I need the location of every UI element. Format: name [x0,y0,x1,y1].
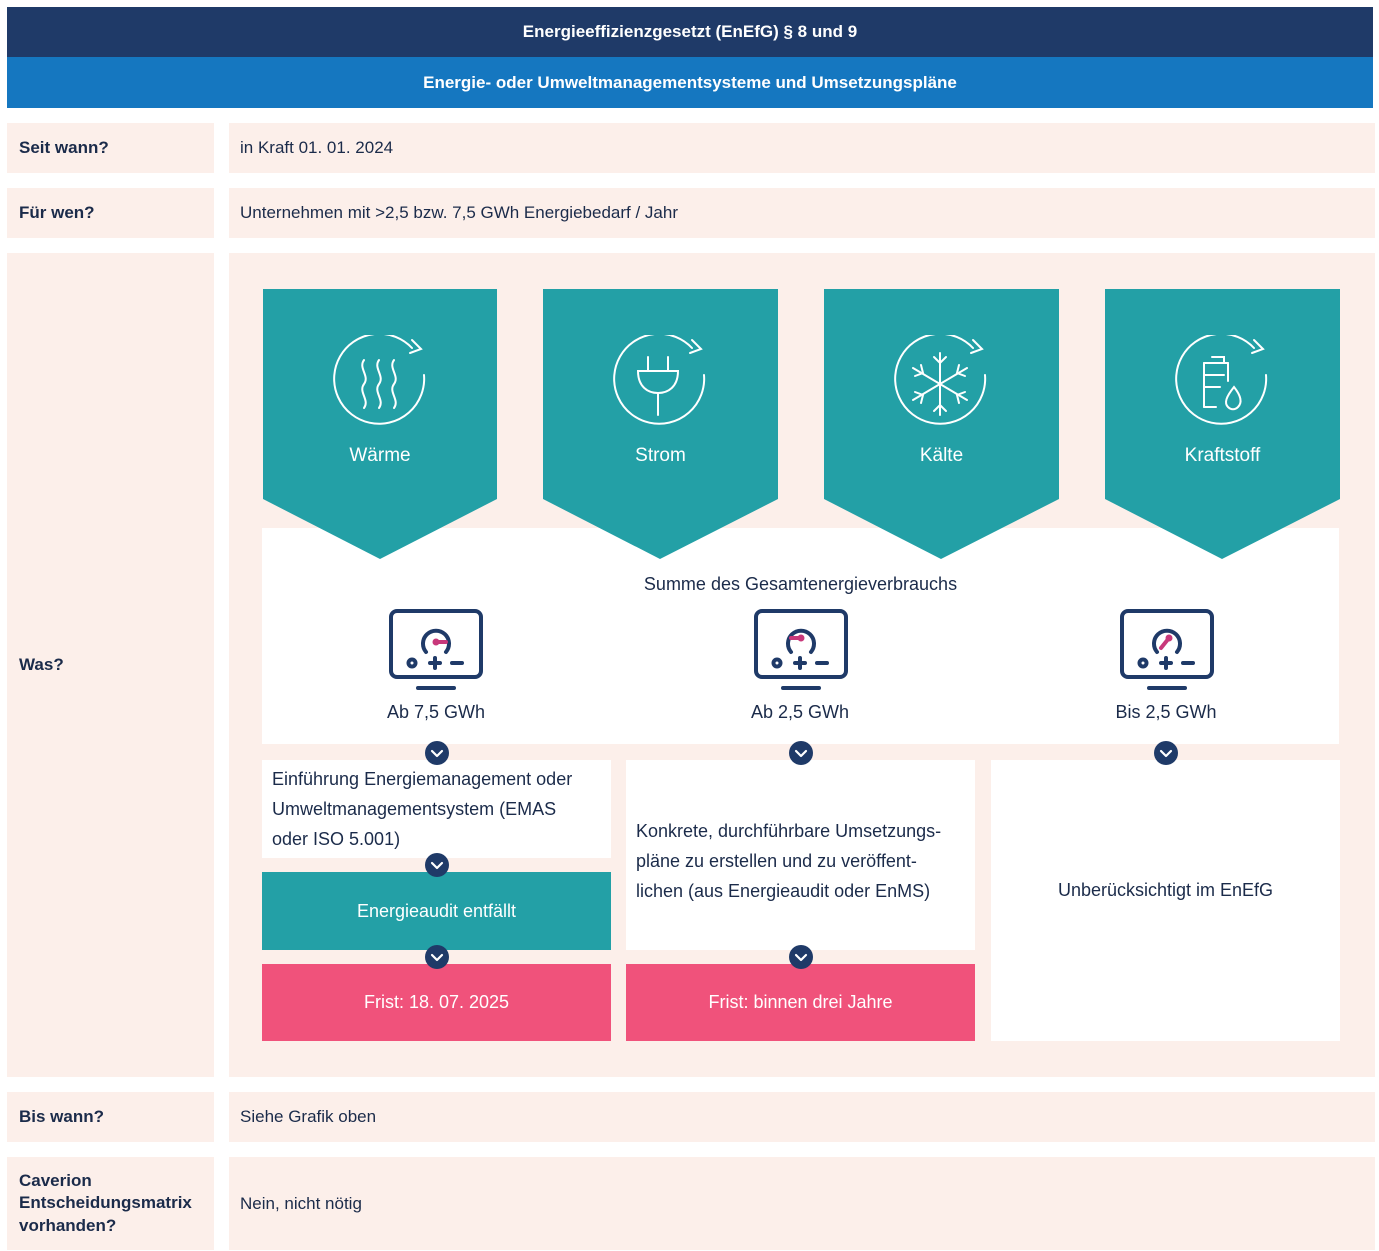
page-title: Energieeffizienzgesetzt (EnEfG) § 8 und … [7,7,1373,57]
energy-label-kraftstoff: Kraftstoff [1184,445,1261,466]
row-label-matrix: Caverion Entscheidungsmatrix vorhanden? [7,1157,214,1250]
snowflake-icon [894,335,987,425]
row-label-was: Was? [7,253,214,1077]
level-label-mid: Ab 2,5 GWh [750,702,850,722]
fuel-icon [1175,335,1268,425]
energy-label-kaelte: Kälte [919,445,964,466]
energy-label-strom: Strom [635,445,686,466]
summary-title: Summe des Gesamtenergieverbrauchs [643,574,958,594]
page-subtitle: Energie- oder Umweltmanagementsysteme un… [7,57,1373,108]
energy-card-kraftstoff: Kraftstoff [1105,445,1340,467]
row-label-matrix-line2: Entscheidungsmatrix [19,1193,192,1213]
chevron-down-icon [789,945,813,969]
chevron-down-icon [425,741,449,765]
row-value-bis-wann: Siehe Grafik oben [229,1092,1375,1142]
energy-card-kaelte: Kälte [824,445,1059,467]
deadline-box-col1: Frist: 18. 07. 2025 [262,964,611,1041]
gauge-high-icon [389,609,483,690]
chevron-down-icon [789,741,813,765]
audit-waived-box: Energieaudit entfällt [262,872,611,950]
row-label-bis-wann: Bis wann? [7,1092,214,1142]
energy-card-waerme: Wärme [262,445,498,467]
row-label-fuer-wen: Für wen? [7,188,214,238]
level-label-high: Ab 7,5 GWh [386,702,486,722]
outcome-plans-line3: lichen (aus Energieaudit oder EnMS) [636,881,931,902]
outcome-ems-line2: Umweltmanagementsystem (EMAS [272,799,557,820]
row-label-matrix-line3: vorhanden? [19,1215,117,1235]
gauge-low-icon [1120,609,1214,690]
outcome-plans-line2: pläne zu erstellen und zu veröffent- [636,851,917,872]
deadline-box-col2: Frist: binnen drei Jahre [626,964,975,1041]
outcome-ems-line1: Einführung Energiemanagement oder [272,769,573,789]
chevron-down-icon [425,853,449,877]
energy-type-cards [263,289,1340,559]
plug-icon [613,335,706,425]
outcome-ems-line3: oder ISO 5.001) [272,829,401,850]
energy-card-strom: Strom [543,445,778,467]
level-label-low: Bis 2,5 GWh [1115,702,1217,722]
row-label-seit-wann: Seit wann? [7,123,214,173]
row-value-fuer-wen: Unternehmen mit >2,5 bzw. 7,5 GWh Energi… [229,188,1375,238]
outcome-ems-box: Einführung Energiemanagement oder Umwelt… [262,760,611,858]
outcome-plans-box: Konkrete, durchführbare Umsetzungs- plän… [626,760,975,950]
outcome-plans-line1: Konkrete, durchführbare Umsetzungs- [636,821,942,841]
row-value-matrix: Nein, nicht nötig [229,1157,1375,1250]
heat-icon [333,335,426,425]
energy-label-waerme: Wärme [349,445,411,466]
chevron-down-icon [1154,741,1178,765]
row-label-matrix-line1: Caverion [19,1171,92,1191]
chevron-down-icon [425,945,449,969]
gauge-mid-icon [754,609,848,690]
row-value-seit-wann: in Kraft 01. 01. 2024 [229,123,1375,173]
outcome-excluded-box: Unberücksichtigt im EnEfG [991,760,1340,1041]
